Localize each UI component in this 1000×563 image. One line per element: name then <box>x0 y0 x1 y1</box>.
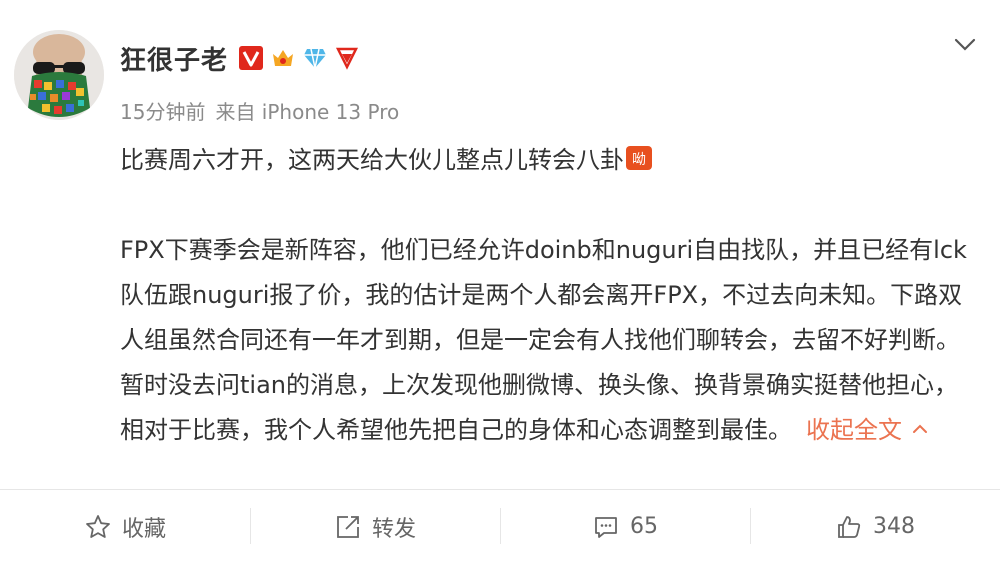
favorite-label: 收藏 <box>121 516 166 542</box>
comment-button[interactable]: 65 <box>500 490 750 563</box>
weibo-post: 狂很子老 15分钟前 来自 iPhone 13 Pro 比赛周六才开，这两天给大… <box>0 0 1000 563</box>
post-body: FPX下赛季会是新阵容，他们已经允许doinb和nuguri自由找队，并且已经有… <box>120 228 980 453</box>
repost-label: 转发 <box>371 516 416 542</box>
post-meta: 15分钟前 来自 iPhone 13 Pro <box>120 96 399 125</box>
comment-icon <box>595 516 617 538</box>
collapse-text-link[interactable]: 收起全文 <box>806 416 928 444</box>
bearded-avatar-icon <box>14 30 104 120</box>
post-content: 比赛周六才开，这两天给大伙儿整点儿转会八卦呦 FPX下赛季会是新阵容，他们已经允… <box>120 138 980 453</box>
user-row: 狂很子老 <box>120 38 360 78</box>
collapse-label: 收起全文 <box>806 416 902 444</box>
chevron-up-icon <box>913 424 927 433</box>
badges <box>238 45 360 71</box>
post-first-line: 比赛周六才开，这两天给大伙儿整点儿转会八卦呦 <box>120 138 980 183</box>
star-icon <box>86 514 110 538</box>
post-body-text: FPX下赛季会是新阵容，他们已经允许doinb和nuguri自由找队，并且已经有… <box>120 236 967 444</box>
gossip-emoji-icon: 呦 <box>626 142 652 170</box>
action-bar: 收藏 转发 65 348 <box>0 490 1000 563</box>
post-first-line-text: 比赛周六才开，这两天给大伙儿整点儿转会八卦 <box>120 146 624 174</box>
post-source: 来自 iPhone 13 Pro <box>215 100 400 124</box>
vip-crown-icon[interactable] <box>270 45 296 71</box>
favorite-button[interactable]: 收藏 <box>0 490 250 563</box>
share-icon <box>337 515 359 538</box>
like-count: 348 <box>873 514 915 539</box>
repost-button[interactable]: 转发 <box>250 490 500 563</box>
thumbs-up-icon <box>838 515 861 538</box>
post-time[interactable]: 15分钟前 <box>120 96 205 125</box>
chevron-down-icon <box>954 38 976 51</box>
comment-count: 65 <box>630 514 658 539</box>
username[interactable]: 狂很子老 <box>120 40 228 77</box>
avatar[interactable] <box>14 30 104 120</box>
more-options-button[interactable] <box>950 30 980 60</box>
diamond-member-icon[interactable] <box>302 45 328 71</box>
verified-v-icon[interactable] <box>238 45 264 71</box>
lol-fan-icon[interactable] <box>334 45 360 71</box>
svg-text:呦: 呦 <box>632 152 646 168</box>
like-button[interactable]: 348 <box>750 490 1000 563</box>
